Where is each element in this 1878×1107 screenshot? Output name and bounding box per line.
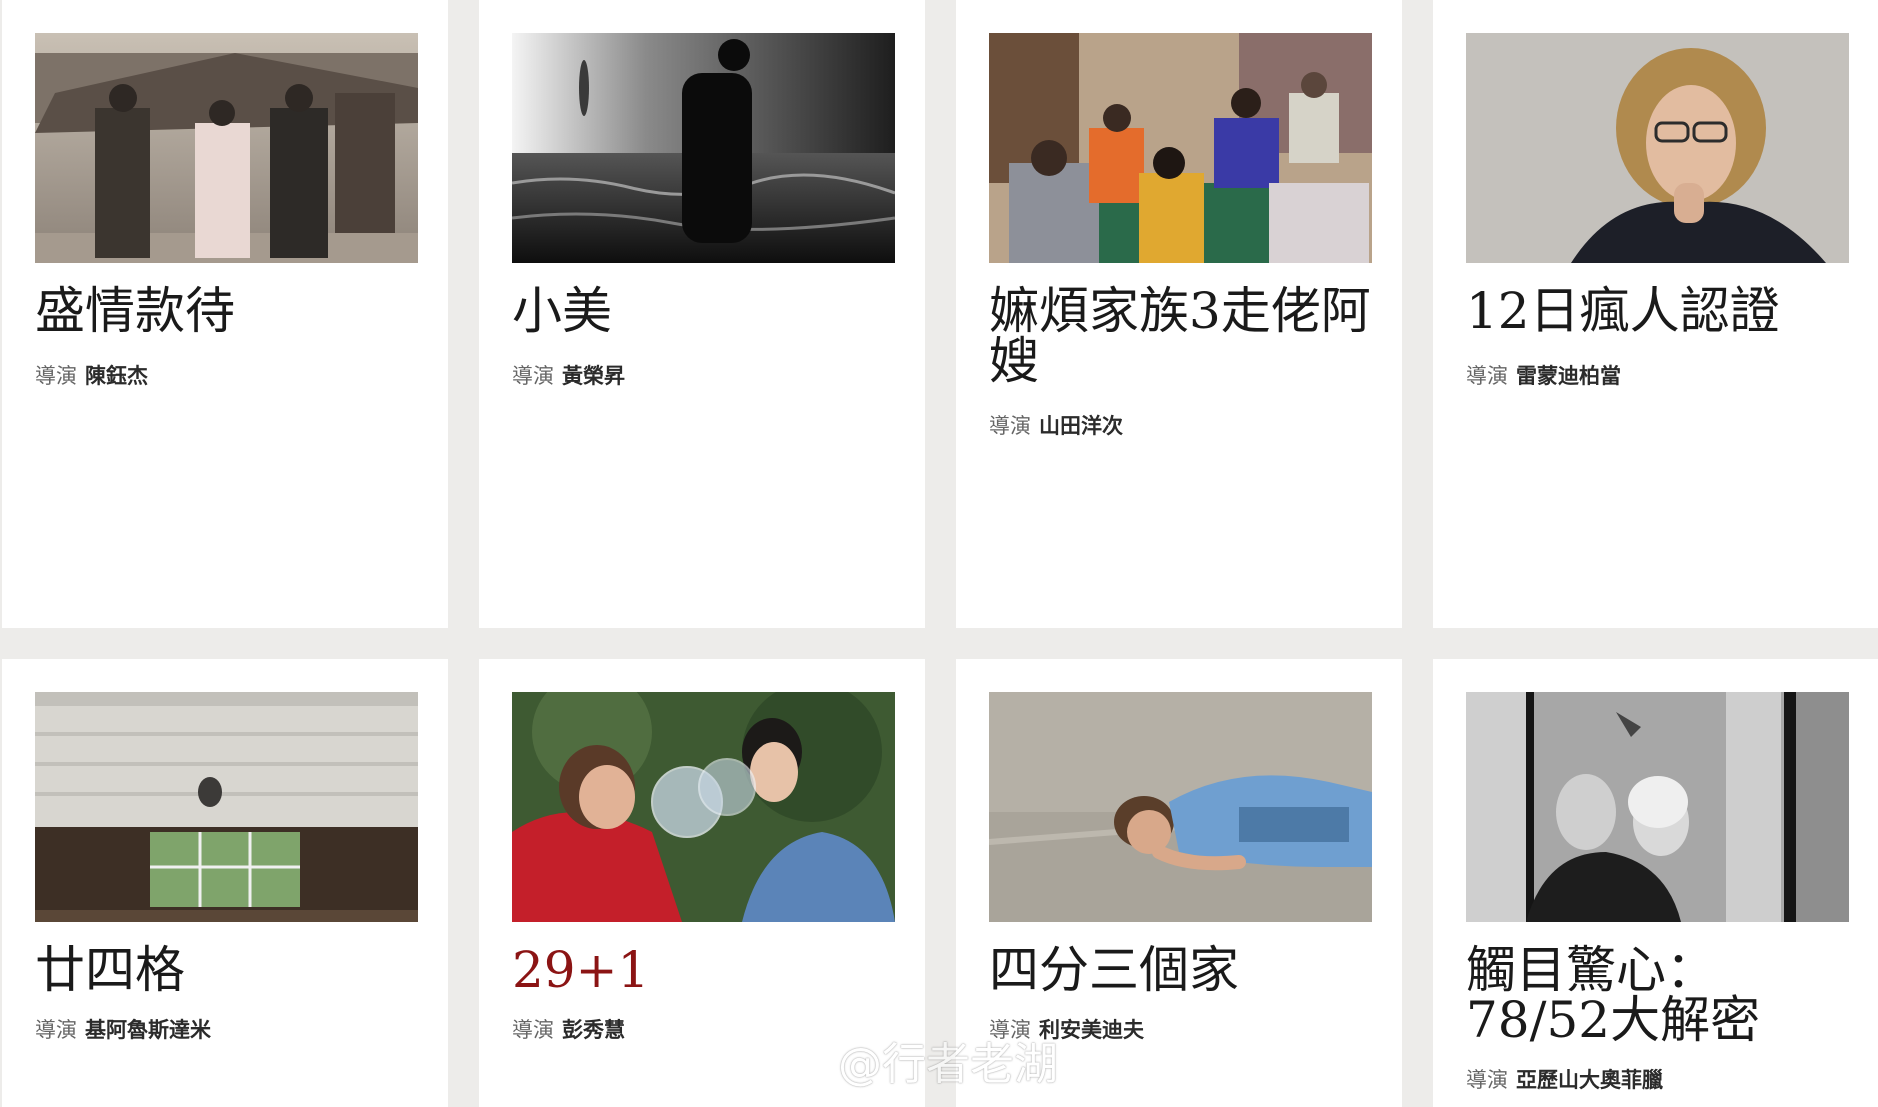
film-card[interactable]: 12日瘋人認證 導演 雷蒙迪柏當 (1433, 0, 1878, 628)
director-name: 雷蒙迪柏當 (1516, 364, 1621, 388)
director-label: 導演 (989, 1018, 1031, 1042)
film-grid: 盛情款待 導演 陳鈺杰 小美 導演 黃榮昇 嫲煩家族3走佬阿嫂 導演 山田洋次 … (0, 0, 1878, 1107)
director-name: 山田洋次 (1039, 414, 1123, 438)
film-card[interactable]: 盛情款待 導演 陳鈺杰 (2, 0, 448, 628)
film-director: 導演 黃榮昇 (512, 364, 625, 388)
film-poster[interactable] (35, 692, 418, 922)
film-poster[interactable] (989, 33, 1372, 263)
film-title[interactable]: 29+1 (512, 945, 897, 995)
film-director: 導演 利安美迪夫 (989, 1018, 1144, 1042)
poster-image (512, 33, 895, 263)
poster-image (989, 692, 1372, 922)
director-name: 基阿魯斯達米 (85, 1018, 211, 1042)
film-card[interactable]: 觸目驚心：78/52大解密 導演 亞歷山大奧菲臘 (1433, 659, 1878, 1107)
director-label: 導演 (1466, 1068, 1508, 1092)
film-director: 導演 亞歷山大奧菲臘 (1466, 1068, 1663, 1092)
poster-image (512, 692, 895, 922)
film-poster[interactable] (989, 692, 1372, 922)
poster-image (35, 33, 418, 263)
film-title[interactable]: 廿四格 (35, 945, 420, 995)
director-label: 導演 (512, 1018, 554, 1042)
film-card[interactable]: 四分三個家 導演 利安美迪夫 (956, 659, 1402, 1107)
film-poster[interactable] (35, 33, 418, 263)
film-poster[interactable] (1466, 33, 1849, 263)
film-director: 導演 山田洋次 (989, 414, 1123, 438)
director-label: 導演 (1466, 364, 1508, 388)
director-name: 黃榮昇 (562, 364, 625, 388)
director-label: 導演 (512, 364, 554, 388)
film-poster[interactable] (512, 33, 895, 263)
film-title[interactable]: 盛情款待 (35, 286, 420, 336)
film-card[interactable]: 小美 導演 黃榮昇 (479, 0, 925, 628)
film-title[interactable]: 四分三個家 (989, 945, 1374, 995)
film-card[interactable]: 廿四格 導演 基阿魯斯達米 (2, 659, 448, 1107)
film-card[interactable]: 嫲煩家族3走佬阿嫂 導演 山田洋次 (956, 0, 1402, 628)
poster-image (1466, 692, 1849, 922)
film-director: 導演 雷蒙迪柏當 (1466, 364, 1621, 388)
film-title[interactable]: 12日瘋人認證 (1466, 286, 1851, 336)
film-poster[interactable] (1466, 692, 1849, 922)
director-label: 導演 (35, 1018, 77, 1042)
poster-image (1466, 33, 1849, 263)
director-label: 導演 (35, 364, 77, 388)
film-director: 導演 基阿魯斯達米 (35, 1018, 211, 1042)
poster-image (35, 692, 418, 922)
film-poster[interactable] (512, 692, 895, 922)
film-title[interactable]: 觸目驚心：78/52大解密 (1466, 945, 1851, 1045)
director-name: 亞歷山大奧菲臘 (1516, 1068, 1663, 1092)
director-label: 導演 (989, 414, 1031, 438)
film-director: 導演 陳鈺杰 (35, 364, 148, 388)
poster-image (989, 33, 1372, 263)
film-title[interactable]: 小美 (512, 286, 897, 336)
director-name: 陳鈺杰 (85, 364, 148, 388)
director-name: 彭秀慧 (562, 1018, 625, 1042)
director-name: 利安美迪夫 (1039, 1018, 1144, 1042)
film-director: 導演 彭秀慧 (512, 1018, 625, 1042)
film-card[interactable]: 29+1 導演 彭秀慧 (479, 659, 925, 1107)
film-title[interactable]: 嫲煩家族3走佬阿嫂 (989, 286, 1374, 386)
